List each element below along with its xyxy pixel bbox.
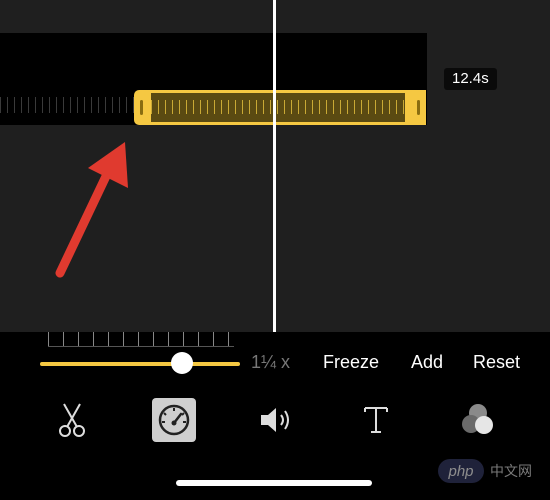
php-logo: php — [438, 459, 484, 483]
speed-slider-thumb[interactable] — [171, 352, 193, 374]
speed-ruler — [48, 332, 234, 347]
scissors-icon[interactable] — [50, 398, 94, 442]
speedometer-icon[interactable] — [152, 398, 196, 442]
speed-slider-track[interactable] — [40, 362, 240, 366]
speed-value: 1¼ x — [251, 352, 291, 372]
text-icon[interactable] — [354, 398, 398, 442]
speaker-icon[interactable] — [254, 398, 298, 442]
watermark: php 中文网 — [438, 456, 546, 486]
home-indicator[interactable] — [176, 480, 372, 486]
freeze-button[interactable]: Freeze — [323, 352, 379, 373]
annotation-arrow — [55, 142, 128, 278]
filters-icon[interactable] — [456, 398, 500, 442]
watermark-text: 中文网 — [490, 463, 532, 479]
reset-button[interactable]: Reset — [473, 352, 520, 373]
add-button[interactable]: Add — [411, 352, 443, 373]
